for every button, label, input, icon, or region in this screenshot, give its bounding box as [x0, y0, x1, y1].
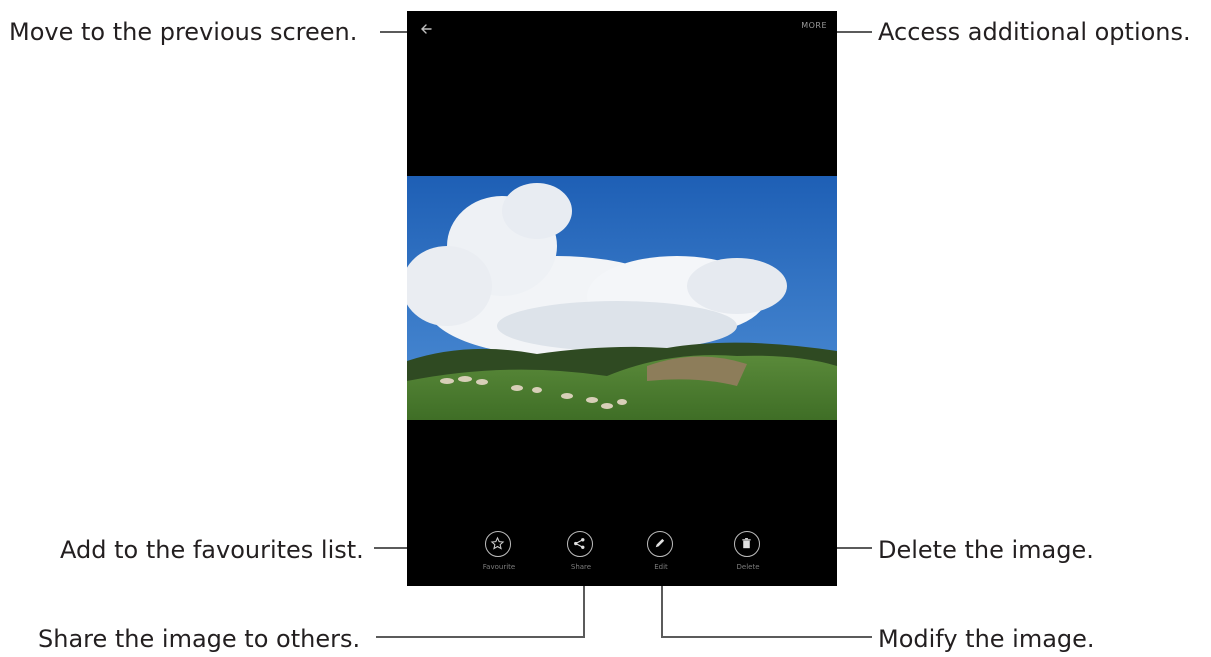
callout-delete: Delete the image. [878, 536, 1094, 564]
pencil-icon [655, 538, 665, 548]
arrow-left-icon [421, 24, 432, 34]
share-button[interactable]: Share [562, 531, 602, 581]
callout-favourite: Add to the favourites list. [60, 536, 364, 564]
share-circle [567, 531, 593, 557]
callout-back: Move to the previous screen. [9, 18, 358, 46]
edit-circle [647, 531, 673, 557]
favourite-button[interactable]: Favourite [480, 531, 520, 581]
more-button[interactable]: MORE [801, 21, 827, 30]
image-viewer-screen: MORE Favourite Share Edit Delete [407, 11, 837, 586]
leader-edit-h [661, 636, 872, 638]
edit-label: Edit [654, 563, 668, 571]
leader-share-h [376, 636, 585, 638]
back-button[interactable] [417, 19, 437, 39]
share-label: Share [570, 563, 592, 571]
delete-label: Delete [736, 563, 760, 571]
callout-more: Access additional options. [878, 18, 1191, 46]
share-icon [574, 538, 585, 549]
trash-icon [742, 538, 751, 549]
edit-button[interactable]: Edit [642, 531, 682, 581]
favourite-circle [485, 531, 511, 557]
photo-landscape [407, 176, 837, 420]
favourite-label: Favourite [482, 563, 516, 571]
delete-circle [734, 531, 760, 557]
callout-share: Share the image to others. [38, 625, 361, 653]
callout-edit: Modify the image. [878, 625, 1095, 653]
star-icon [490, 536, 505, 550]
delete-button[interactable]: Delete [729, 531, 769, 581]
